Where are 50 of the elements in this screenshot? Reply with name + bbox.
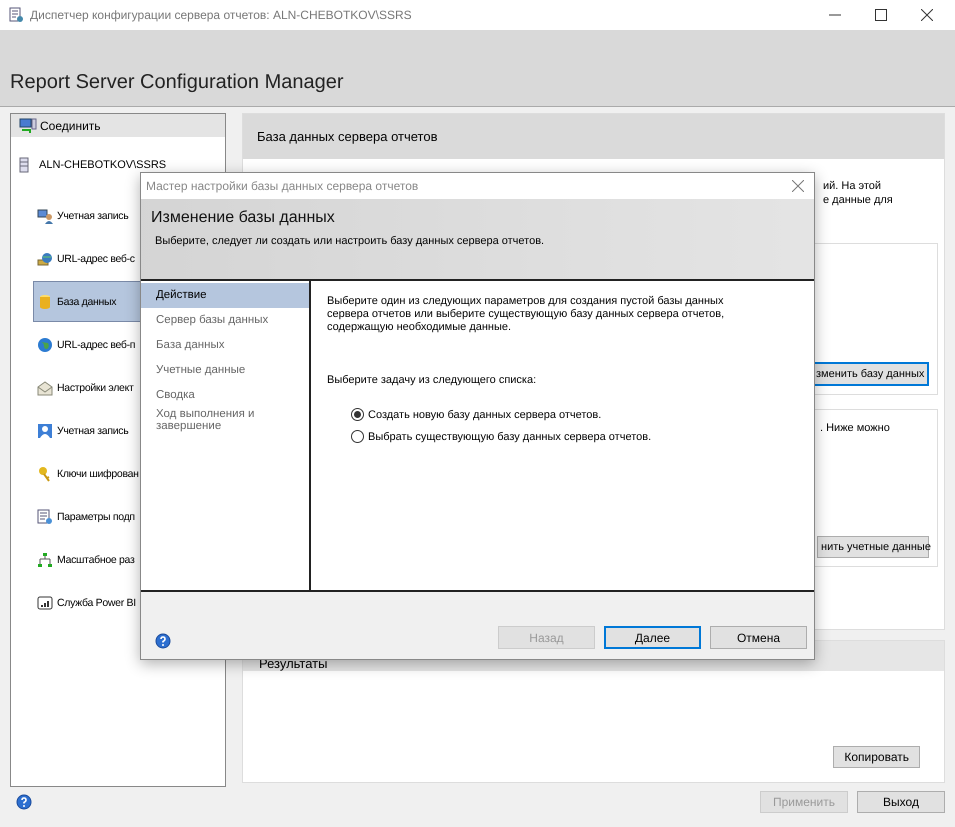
dialog-button[interactable]: Далее bbox=[604, 626, 701, 649]
maximize-icon[interactable] bbox=[875, 9, 887, 21]
help-icon[interactable] bbox=[155, 633, 171, 649]
window-title: Диспетчер конфигурации сервера отчетов: ALN-CHEBOTKOV\SSRS bbox=[30, 8, 412, 22]
intro-text: ий. На этой bbox=[823, 179, 882, 193]
server-name[interactable]: ALN-CHEBOTKOV\SSRS bbox=[39, 159, 166, 171]
dialog-button[interactable]: Отмена bbox=[710, 626, 807, 649]
help-icon[interactable] bbox=[16, 794, 32, 810]
wizard-step: Действие bbox=[141, 283, 309, 308]
person-icon bbox=[37, 422, 53, 438]
change-credentials-button[interactable]: нить учетные данные bbox=[817, 536, 929, 558]
dialog-title: Мастер настройки базы данных сервера отчетов bbox=[146, 179, 418, 193]
footer-button[interactable]: Выход bbox=[857, 791, 945, 813]
bar-chart-icon bbox=[37, 594, 53, 610]
app-icon bbox=[8, 7, 24, 23]
description-text: Выберите один из следующих параметров для создания пустой базы данных сервера отчетов или выберите существующую базу данных сервера отчетов, содержащую необходимые данные. bbox=[327, 295, 726, 334]
section-title: Результаты bbox=[259, 656, 328, 672]
nav-item[interactable]: Ключи шифрован bbox=[33, 453, 225, 494]
nav-item[interactable]: Масштабное раз bbox=[33, 539, 225, 580]
section-title: База данных сервера отчетов bbox=[257, 129, 438, 144]
dialog-subheading: Выберите, следует ли создать или настроить базу данных сервера отчетов. bbox=[154, 235, 546, 247]
server-icon bbox=[19, 157, 29, 173]
nav-item[interactable]: Параметры подп bbox=[33, 496, 225, 537]
wizard-step: Учетные данные bbox=[141, 358, 309, 383]
close-icon[interactable] bbox=[921, 9, 933, 21]
globe-server-icon bbox=[37, 250, 53, 266]
radio-button[interactable] bbox=[351, 430, 364, 443]
dialog-heading: Изменение базы данных bbox=[151, 209, 336, 227]
wizard-step: Ход выполнения и завершение bbox=[141, 408, 266, 432]
wizard-step: База данных bbox=[141, 333, 309, 358]
radio-button[interactable] bbox=[351, 408, 364, 421]
option-label[interactable]: Выбрать существующую базу данных сервера отчетов. bbox=[368, 430, 652, 442]
document-icon bbox=[37, 508, 53, 524]
intro-text: е данные для bbox=[823, 193, 893, 207]
radio-option[interactable]: Создать новую базу данных сервера отчетов. bbox=[351, 408, 814, 421]
globe-icon bbox=[37, 336, 53, 352]
credentials-text: . Ниже можно bbox=[820, 422, 890, 434]
cylinder-icon bbox=[37, 294, 53, 310]
copy-button[interactable]: Копировать bbox=[833, 746, 920, 768]
option-label[interactable]: Создать новую базу данных сервера отчетов. bbox=[368, 408, 602, 420]
computer-icon bbox=[19, 118, 37, 134]
nav-item[interactable]: Служба Power BI bbox=[33, 582, 225, 623]
network-icon bbox=[37, 552, 53, 568]
user-computer-icon bbox=[37, 208, 53, 224]
envelope-icon bbox=[37, 380, 53, 396]
wizard-step: Сводка bbox=[141, 383, 309, 408]
connect-button[interactable]: Соединить bbox=[11, 114, 225, 137]
radio-option[interactable]: Выбрать существующую базу данных сервера отчетов. bbox=[351, 430, 814, 443]
app-title: Report Server Configuration Manager bbox=[10, 71, 344, 94]
prompt-text: Выберите задачу из следующего списка: bbox=[327, 374, 538, 386]
